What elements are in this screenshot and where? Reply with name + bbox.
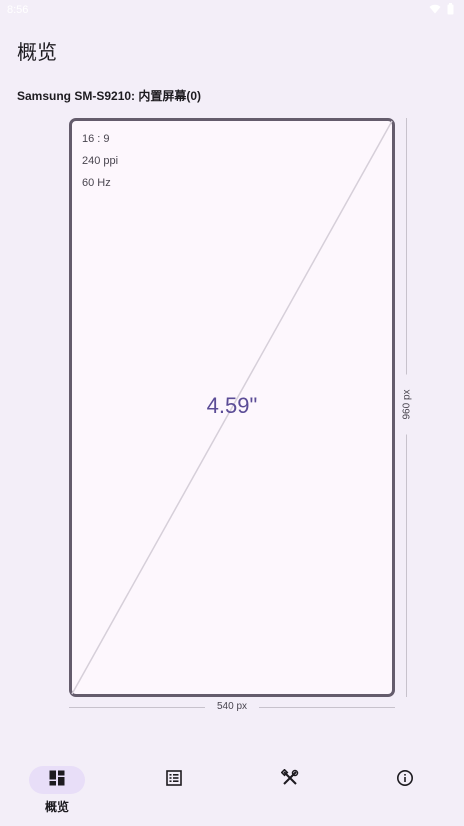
aspect-ratio-text: 16 : 9 [82, 133, 110, 145]
height-dimension-label: 960 px [401, 374, 413, 435]
refresh-rate-text: 60 Hz [82, 177, 111, 189]
nav-pill [262, 766, 318, 794]
nav-item-tools[interactable] [260, 766, 320, 794]
nav-item-label: 概览 [44, 800, 69, 814]
nav-pill [146, 766, 202, 794]
tools-icon [280, 768, 299, 792]
nav-item-info[interactable] [375, 766, 435, 794]
info-icon [396, 769, 414, 792]
nav-pill [377, 766, 433, 794]
density-text: 240 ppi [82, 155, 119, 167]
diagonal-size-text: 4.59" [206, 393, 258, 418]
diagonal-line [71, 120, 393, 695]
list-icon [165, 769, 183, 792]
bottom-navigation: 概览 [0, 758, 464, 826]
dashboard-icon [48, 769, 66, 792]
screen-diagram: 16 : 9 240 ppi 60 Hz 4.59" 960 px 540 px [0, 0, 464, 740]
nav-item-overview[interactable]: 概览 [27, 766, 87, 815]
nav-item-list[interactable] [144, 766, 204, 794]
app-screen: 8:56 概览 Samsung SM-S9210: 内置屏幕(0) 16 : 9… [0, 0, 464, 826]
width-dimension-label: 540 px [205, 701, 259, 712]
spec-list: 16 : 9 240 ppi 60 Hz [82, 132, 118, 198]
nav-active-indicator [29, 766, 85, 794]
